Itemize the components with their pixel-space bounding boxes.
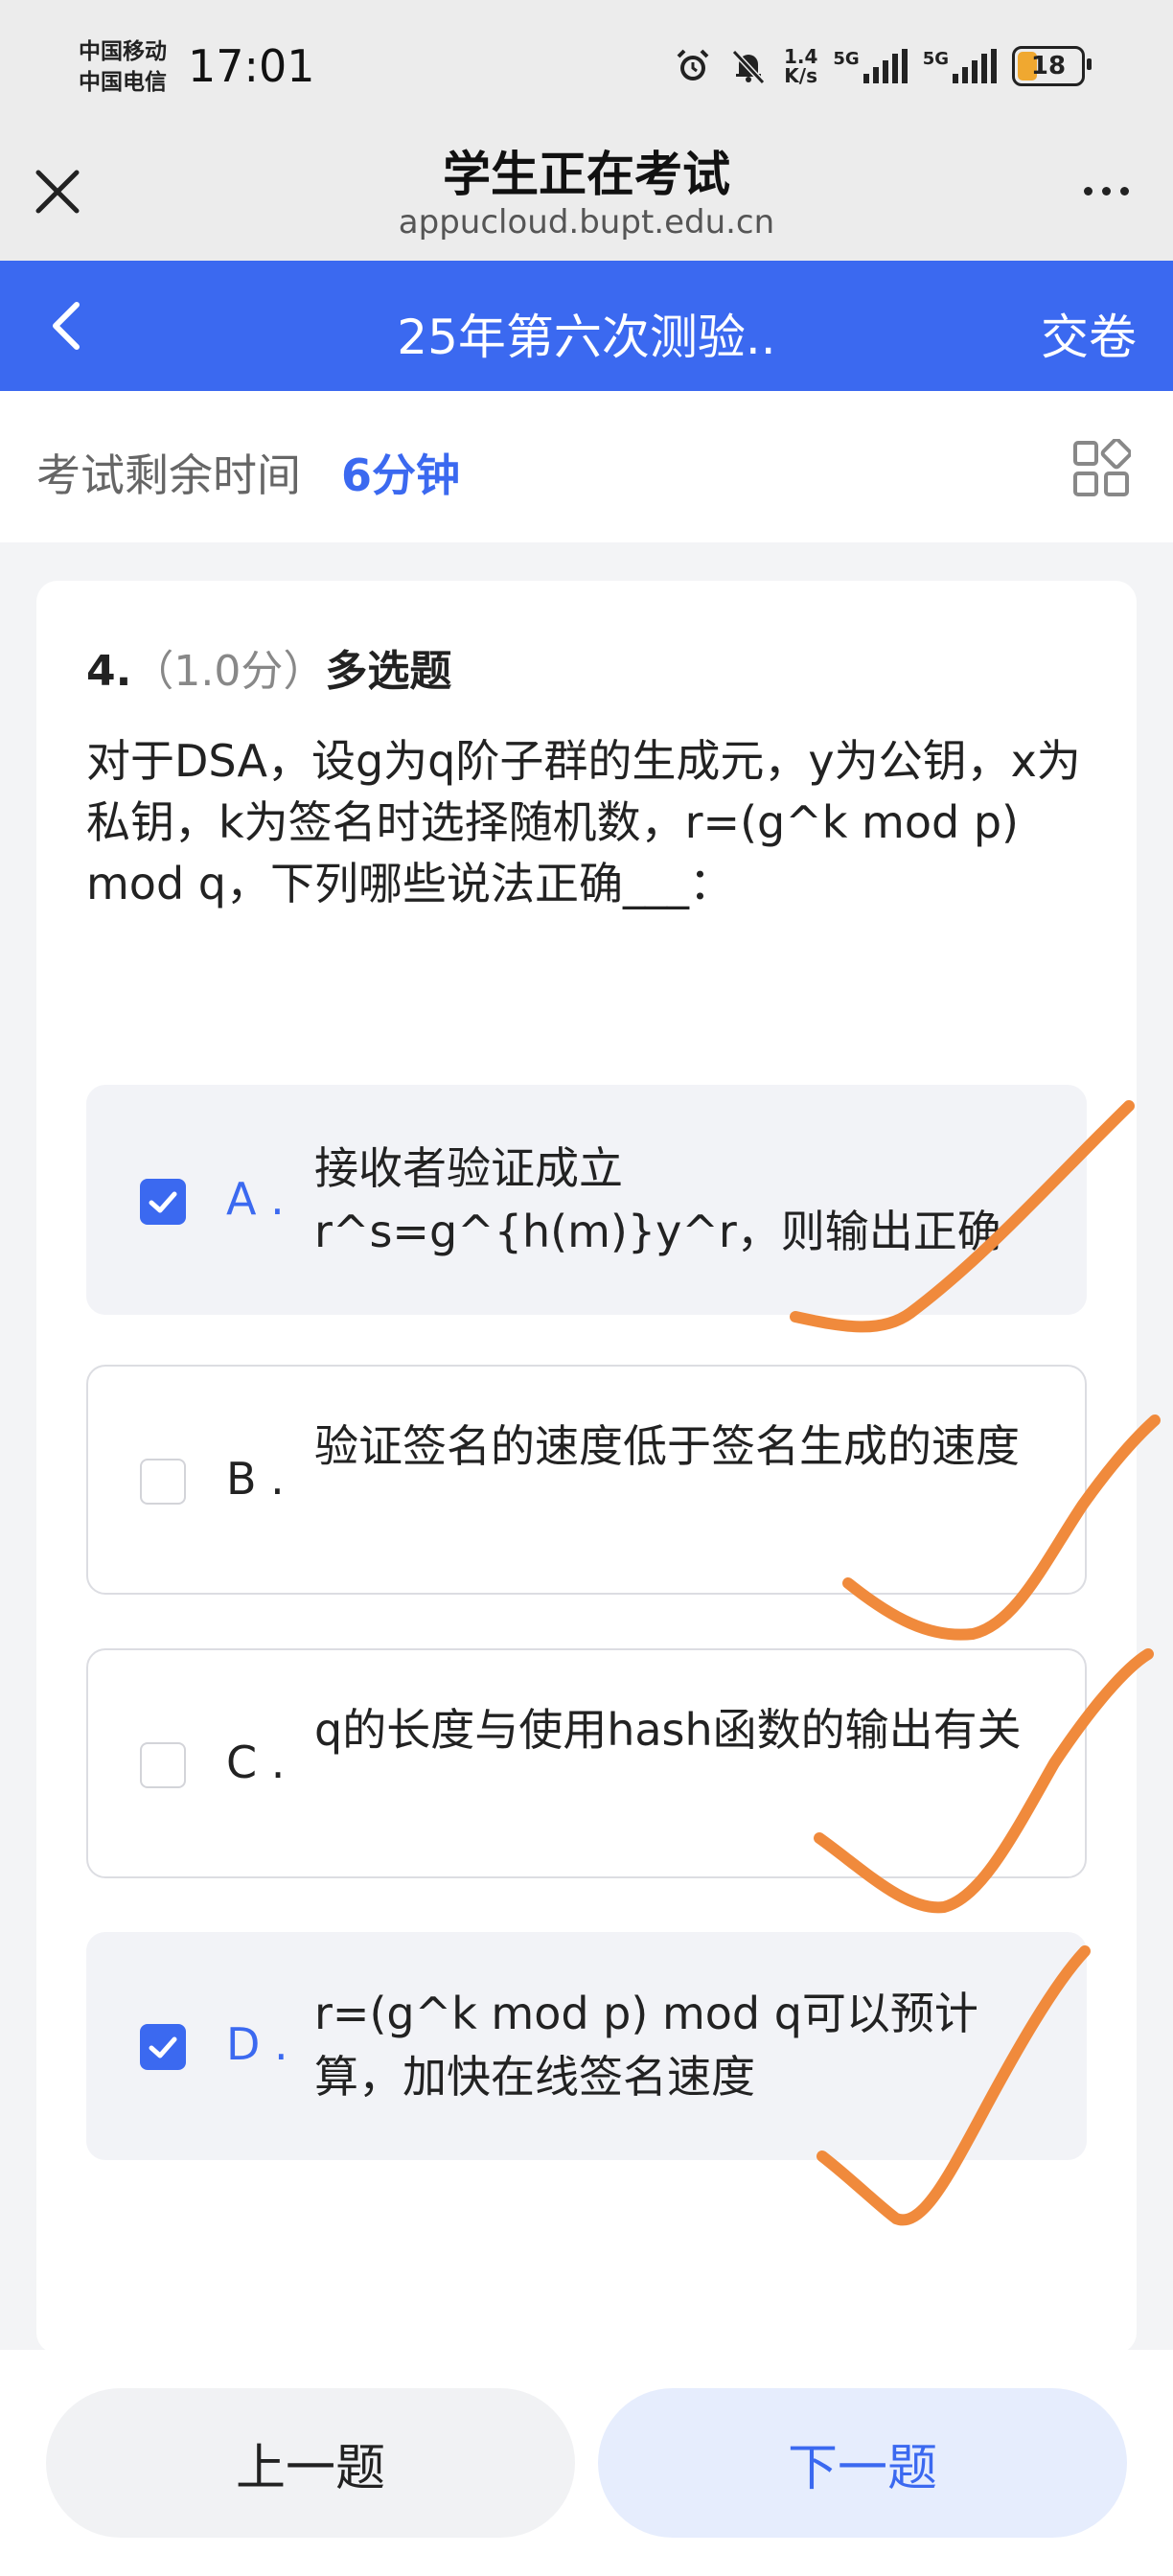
- signal-bars-icon: [953, 49, 997, 83]
- option-letter: D .: [226, 2018, 288, 2070]
- question-number: 4.: [86, 647, 132, 696]
- option-letter: C .: [226, 1736, 286, 1788]
- option-c[interactable]: C . q的长度与使用hash函数的输出有关: [86, 1648, 1087, 1878]
- timer-row: 考试剩余时间 6分钟: [0, 391, 1173, 542]
- option-b[interactable]: B . 验证签名的速度低于签名生成的速度: [86, 1365, 1087, 1595]
- checkbox-checked[interactable]: [140, 2024, 186, 2070]
- alarm-icon: [673, 47, 713, 85]
- question-text: 对于DSA，设g为q阶子群的生成元，y为公钥，x为私钥，k为签名时选择随机数，r…: [86, 735, 1081, 909]
- checkbox-unchecked[interactable]: [140, 1742, 186, 1788]
- carrier-info: 中国移动 中国电信: [79, 36, 167, 98]
- battery-icon: 18: [1012, 46, 1092, 86]
- option-letter: A .: [226, 1173, 285, 1225]
- carrier-2: 中国电信: [79, 70, 167, 95]
- checkbox-unchecked[interactable]: [140, 1459, 186, 1505]
- option-text: 验证签名的速度低于签名生成的速度: [314, 1420, 1020, 1472]
- next-question-button[interactable]: 下一题: [598, 2388, 1127, 2538]
- browser-title: 学生正在考试: [443, 147, 730, 202]
- signal-1: 5G: [833, 49, 908, 83]
- net-speed-unit: K/s: [784, 64, 818, 87]
- prev-question-button[interactable]: 上一题: [46, 2388, 575, 2538]
- question-type: 多选题: [325, 647, 452, 696]
- checkbox-checked[interactable]: [140, 1179, 186, 1225]
- network-type-1: 5G: [833, 49, 860, 69]
- question-card: 4.（1.0分）多选题 对于DSA，设g为q阶子群的生成元，y为公钥，x为私钥，…: [36, 581, 1137, 2354]
- timer-label: 考试剩余时间: [36, 449, 301, 501]
- question-header: 4.（1.0分）多选题: [86, 636, 451, 698]
- option-text: q的长度与使用hash函数的输出有关: [314, 1704, 1022, 1756]
- option-d[interactable]: D . r=(g^k mod p) mod q可以预计算，加快在线签名速度: [86, 1932, 1087, 2160]
- status-bar: 中国移动 中国电信 17:01 1.4 K/s 5G 5G 18: [0, 0, 1173, 144]
- option-text: r=(g^k mod p) mod q可以预计算，加快在线签名速度: [314, 1988, 978, 2103]
- exam-title: 25年第六次测验..: [397, 310, 776, 365]
- battery-level: 18: [1030, 52, 1067, 80]
- option-letter: B .: [226, 1453, 285, 1505]
- bell-off-icon: [728, 47, 769, 85]
- answer-sheet-button[interactable]: [1071, 437, 1133, 498]
- status-icons: 1.4 K/s 5G 5G 18: [673, 46, 1092, 86]
- timer-value: 6分钟: [341, 449, 461, 501]
- more-button[interactable]: [1068, 165, 1144, 217]
- checkmark-icon: [149, 1191, 177, 1213]
- option-a[interactable]: A . 接收者验证成立r^s=g^{h(m)}y^r，则输出正确: [86, 1085, 1087, 1315]
- checkmark-icon: [149, 2036, 177, 2058]
- option-text: 接收者验证成立r^s=g^{h(m)}y^r，则输出正确: [314, 1142, 1001, 1257]
- exam-header: 25年第六次测验.. 交卷: [0, 261, 1173, 391]
- grid-icon: [1073, 437, 1133, 496]
- browser-url: appucloud.bupt.edu.cn: [398, 203, 775, 242]
- question-score: （1.0分）: [131, 647, 326, 696]
- signal-2: 5G: [923, 49, 997, 83]
- signal-bars-icon: [862, 49, 908, 83]
- status-time: 17:01: [188, 40, 315, 92]
- more-icon: [1083, 186, 1129, 196]
- submit-button[interactable]: 交卷: [1041, 299, 1137, 368]
- net-speed-value: 1.4: [783, 45, 818, 68]
- net-speed: 1.4 K/s: [784, 47, 817, 85]
- bottom-nav: 上一题 下一题: [0, 2350, 1173, 2576]
- carrier-1: 中国移动: [79, 39, 167, 64]
- network-type-2: 5G: [922, 49, 949, 69]
